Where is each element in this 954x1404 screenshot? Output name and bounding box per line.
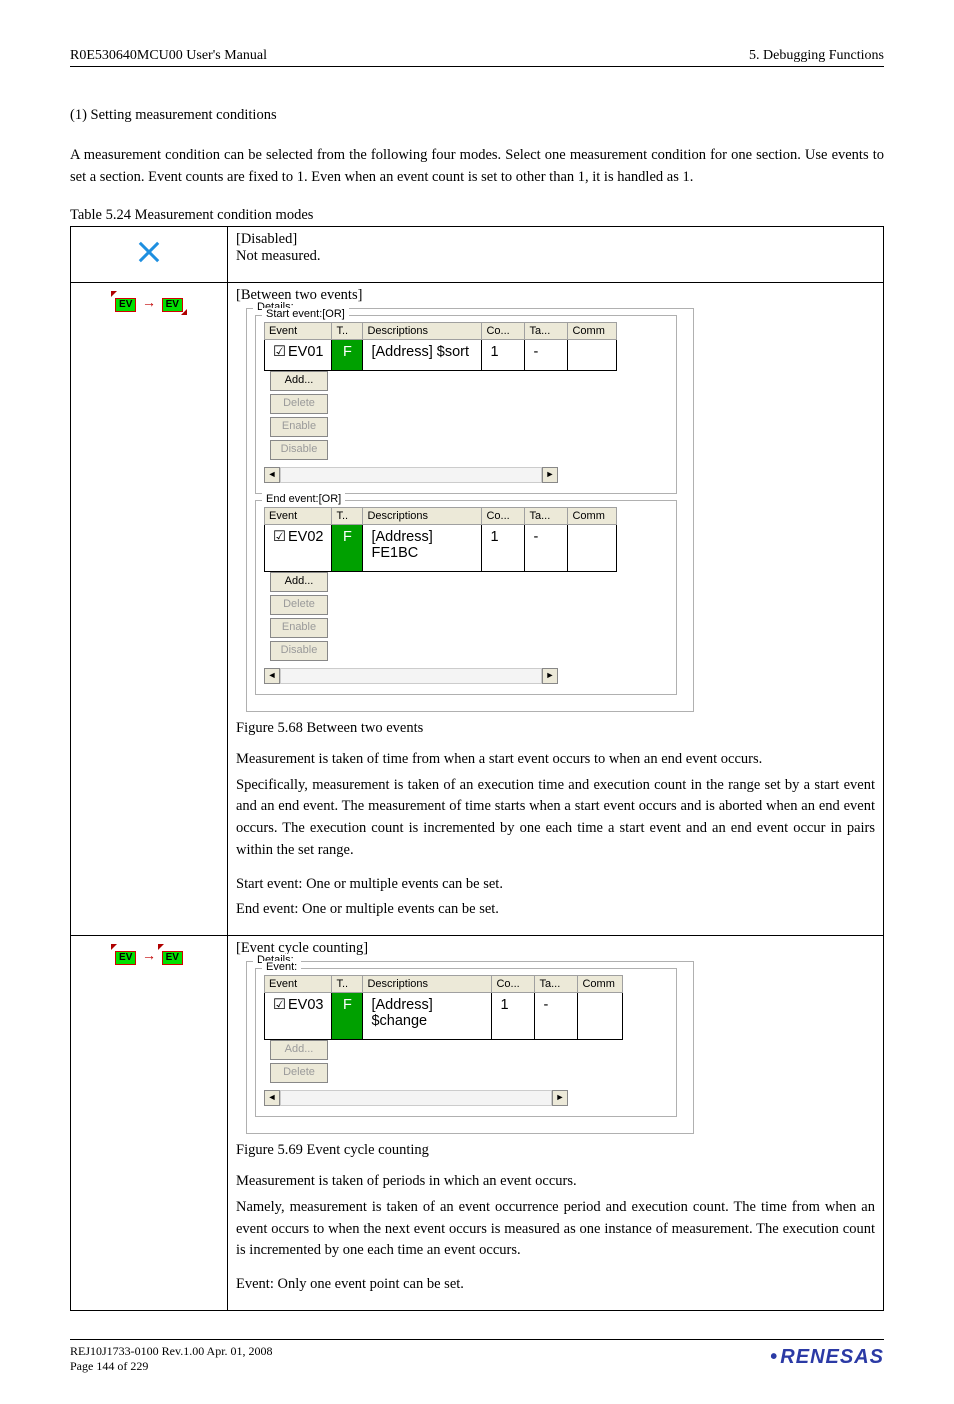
enable-button[interactable]: Enable <box>270 618 328 638</box>
col-t[interactable]: T.. <box>332 976 363 993</box>
col-event[interactable]: Event <box>265 507 332 524</box>
mode-desc-between: [Between two events] Details: Start even… <box>228 282 884 935</box>
mode-desc-cycle: [Event cycle counting] Details: Event: E… <box>228 936 884 1311</box>
row2-title: [Between two events] <box>236 287 875 304</box>
header-right: 5. Debugging Functions <box>749 48 884 64</box>
cycle-event-comm[interactable] <box>578 993 623 1040</box>
footer-line1: REJ10J1733-0100 Rev.1.00 Apr. 01, 2008 <box>70 1344 273 1359</box>
header-left: R0E530640MCU00 User's Manual <box>70 48 267 64</box>
disable-button[interactable]: Disable <box>270 440 328 460</box>
renesas-logo: RENESAS <box>770 1346 884 1369</box>
x-icon <box>134 237 164 267</box>
start-event-f[interactable]: F <box>332 339 363 370</box>
add-button[interactable]: Add... <box>270 371 328 391</box>
details-dialog-between: Details: Start event:[OR] Event T.. Desc… <box>246 308 875 712</box>
scroll-right-icon[interactable]: ► <box>542 668 558 684</box>
col-desc[interactable]: Descriptions <box>363 322 482 339</box>
row3-p2: Namely, measurement is taken of an event… <box>236 1197 875 1262</box>
col-comm[interactable]: Comm <box>578 976 623 993</box>
cycle-event-desc[interactable]: [Address] $change <box>363 993 492 1040</box>
end-event-f[interactable]: F <box>332 524 363 571</box>
mode-icon-between: EV → EV <box>71 282 228 935</box>
cycle-event-f[interactable]: F <box>332 993 363 1040</box>
end-event-name[interactable]: EV02 <box>265 524 332 571</box>
scroll-left-icon[interactable]: ◄ <box>264 1090 280 1106</box>
row3-p3: Event: Only one event point can be set. <box>236 1274 875 1296</box>
table-caption: Table 5.24 Measurement condition modes <box>70 207 884 224</box>
row1-title: [Disabled] <box>236 231 875 248</box>
start-event-co[interactable]: 1 <box>482 339 525 370</box>
start-event-legend: Start event:[OR] <box>262 308 349 320</box>
row2-p4: End event: One or multiple events can be… <box>236 899 875 921</box>
col-t[interactable]: T.. <box>332 322 363 339</box>
arrow-right-icon: → <box>140 949 158 965</box>
end-event-co[interactable]: 1 <box>482 524 525 571</box>
scroll-track[interactable] <box>280 1090 552 1106</box>
section-heading: (1) Setting measurement conditions <box>70 107 884 124</box>
event-legend: Event: <box>262 961 301 973</box>
col-ta[interactable]: Ta... <box>525 322 568 339</box>
ev-start-icon: EV <box>115 298 136 312</box>
scroll-track[interactable] <box>280 668 542 684</box>
details-dialog-cycle: Details: Event: Event T.. Descriptions C… <box>246 961 875 1134</box>
add-button[interactable]: Add... <box>270 572 328 592</box>
end-event-legend: End event:[OR] <box>262 493 345 505</box>
fig-5-69-caption: Figure 5.69 Event cycle counting <box>236 1142 875 1159</box>
col-co[interactable]: Co... <box>492 976 535 993</box>
row3-p1: Measurement is taken of periods in which… <box>236 1171 875 1193</box>
footer-line2: Page 144 of 229 <box>70 1359 273 1374</box>
col-ta[interactable]: Ta... <box>525 507 568 524</box>
col-comm[interactable]: Comm <box>568 507 617 524</box>
col-comm[interactable]: Comm <box>568 322 617 339</box>
scroll-right-icon[interactable]: ► <box>552 1090 568 1106</box>
col-desc[interactable]: Descriptions <box>363 507 482 524</box>
scroll-left-icon[interactable]: ◄ <box>264 668 280 684</box>
event-table: Event T.. Descriptions Co... Ta... Comm … <box>264 975 623 1040</box>
cycle-event-ta[interactable]: - <box>535 993 578 1040</box>
col-event[interactable]: Event <box>265 976 332 993</box>
end-event-desc[interactable]: [Address] FE1BC <box>363 524 482 571</box>
mode-icon-cycle: EV → EV <box>71 936 228 1311</box>
cycle-event-co[interactable]: 1 <box>492 993 535 1040</box>
row1-text: Not measured. <box>236 248 875 265</box>
row2-p2: Specifically, measurement is taken of an… <box>236 775 875 862</box>
intro-paragraph: A measurement condition can be selected … <box>70 144 884 189</box>
mode-desc-disabled: [Disabled] Not measured. <box>228 226 884 282</box>
disable-button[interactable]: Disable <box>270 641 328 661</box>
end-event-comm[interactable] <box>568 524 617 571</box>
row3-title: [Event cycle counting] <box>236 940 875 957</box>
scroll-right-icon[interactable]: ► <box>542 467 558 483</box>
mode-icon-disabled <box>71 226 228 282</box>
start-event-ta[interactable]: - <box>525 339 568 370</box>
delete-button[interactable]: Delete <box>270 595 328 615</box>
end-event-ta[interactable]: - <box>525 524 568 571</box>
ev-end-icon: EV <box>162 298 183 312</box>
ev-icon-1: EV <box>115 951 136 965</box>
delete-button[interactable]: Delete <box>270 394 328 414</box>
footer-text: REJ10J1733-0100 Rev.1.00 Apr. 01, 2008 P… <box>70 1344 273 1374</box>
end-event-table: Event T.. Descriptions Co... Ta... Comm … <box>264 507 617 572</box>
col-ta[interactable]: Ta... <box>535 976 578 993</box>
col-desc[interactable]: Descriptions <box>363 976 492 993</box>
start-event-desc[interactable]: [Address] $sort <box>363 339 482 370</box>
condition-modes-table: [Disabled] Not measured. EV → EV [Betwee… <box>70 226 884 1311</box>
col-event[interactable]: Event <box>265 322 332 339</box>
col-t[interactable]: T.. <box>332 507 363 524</box>
row2-p3: Start event: One or multiple events can … <box>236 874 875 896</box>
enable-button[interactable]: Enable <box>270 417 328 437</box>
cycle-event-name[interactable]: EV03 <box>265 993 332 1040</box>
ev-icon-2: EV <box>162 951 183 965</box>
start-event-table: Event T.. Descriptions Co... Ta... Comm … <box>264 322 617 371</box>
col-co[interactable]: Co... <box>482 507 525 524</box>
arrow-right-icon: → <box>140 296 158 312</box>
col-co[interactable]: Co... <box>482 322 525 339</box>
start-event-comm[interactable] <box>568 339 617 370</box>
fig-5-68-caption: Figure 5.68 Between two events <box>236 720 875 737</box>
row2-p1: Measurement is taken of time from when a… <box>236 749 875 771</box>
scroll-left-icon[interactable]: ◄ <box>264 467 280 483</box>
add-button[interactable]: Add... <box>270 1040 328 1060</box>
scroll-track[interactable] <box>280 467 542 483</box>
delete-button[interactable]: Delete <box>270 1063 328 1083</box>
start-event-name[interactable]: EV01 <box>265 339 332 370</box>
